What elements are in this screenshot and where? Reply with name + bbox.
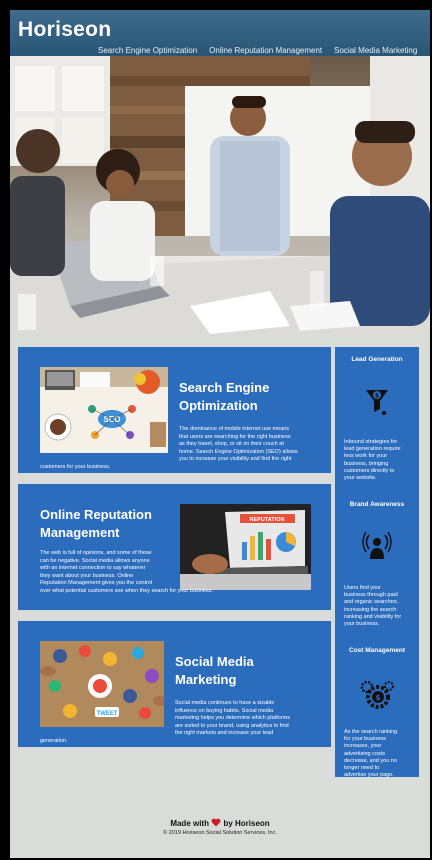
card-seo-line: you to increase your visibility and find…: [179, 456, 292, 463]
broadcast-person-icon: [362, 531, 392, 559]
benefit-cost-line: increases, your: [344, 743, 382, 750]
nav-link-social[interactable]: Social Media Marketing: [334, 46, 417, 55]
card-seo-line: home. Search Engine Optimization (SEO) a…: [179, 448, 298, 455]
svg-text:$: $: [375, 393, 379, 400]
site-header: Horiseon Search Engine Optimization Onli…: [10, 10, 430, 56]
site-logo[interactable]: Horiseon: [18, 18, 111, 42]
footer-made-suffix: by Horiseon: [223, 819, 270, 828]
social-image-label: TWEET: [97, 711, 118, 717]
social-illustration: TWEET: [40, 641, 164, 727]
card-seo: SEO Search Engine Optimization The domin…: [18, 347, 331, 473]
hero-image: [10, 56, 430, 334]
card-social-body: Social media continues to have a sizable…: [175, 700, 325, 738]
gears-money-icon: $: [360, 680, 394, 709]
card-reputation-line: The web is full of opinions, and some of…: [40, 550, 152, 556]
svg-text:$: $: [376, 694, 381, 702]
benefit-brand-text: Users find your business through paid an…: [344, 585, 414, 628]
card-seo-line: that users are searching for the right b…: [179, 433, 291, 440]
card-reputation-line: can be negative. Social media allows any…: [40, 557, 150, 564]
benefit-brand-line: increasing the search: [344, 606, 397, 613]
footer-made-prefix: Made with: [170, 819, 209, 828]
benefit-cost-line: advertising costs: [344, 750, 385, 757]
heart-icon: [211, 818, 221, 827]
benefit-lead-line: lead generation require: [344, 446, 401, 453]
card-social-line: the right markets and increase your lead: [175, 730, 274, 737]
card-seo-title-line2: Optimization: [179, 398, 258, 413]
card-reputation-line: with an internet connection to say whate…: [40, 565, 146, 572]
benefit-lead-line: Inbound strategies for: [344, 439, 398, 445]
card-social-line: Social media continues to have a sizable: [175, 700, 275, 706]
benefit-lead-text: Inbound strategies for lead generation r…: [344, 439, 414, 482]
funnel-money-icon: $: [366, 390, 388, 415]
hero-illustration: [10, 56, 430, 334]
card-reputation-body: The web is full of opinions, and some of…: [40, 550, 320, 596]
benefit-brand-heading: Brand Awareness: [349, 501, 405, 508]
benefit-lead-line: business, bringing: [344, 460, 389, 467]
benefit-lead-line: your website.: [344, 475, 377, 482]
benefit-cost-line: longer need to: [344, 765, 380, 772]
footer-copyright: © 2019 Horiseon Social Solution Services…: [163, 830, 277, 836]
card-seo-body: The dominance of mobile internet use mea…: [179, 426, 329, 464]
card-seo-title-line1: Search Engine: [179, 380, 270, 395]
benefit-brand-line: business through paid: [344, 592, 398, 599]
benefit-cost-line: decrease, and you no: [344, 757, 397, 764]
benefit-brand-line: and organic searches,: [344, 599, 399, 606]
card-seo-title: Search Engine Optimization: [179, 379, 269, 415]
card-social-body-tail: generation.: [40, 738, 68, 744]
card-social-title: Social Media Marketing: [175, 653, 254, 689]
benefit-cost-text: As the search ranking for your business …: [344, 729, 414, 779]
nav-link-reputation[interactable]: Online Reputation Management: [209, 46, 322, 55]
benefit-cost-line: advertise your page.: [344, 772, 394, 779]
benefit-cost-heading: Cost Management: [349, 647, 405, 654]
card-reputation-line: over what potential customers see when t…: [40, 587, 214, 594]
nav-link-seo[interactable]: Search Engine Optimization: [98, 46, 197, 55]
seo-image: SEO: [40, 367, 168, 453]
benefit-lead-line: less work for your: [344, 453, 388, 460]
card-social-line: influence on buying habits. Social media: [175, 707, 274, 714]
benefit-brand-line: your business.: [344, 621, 380, 628]
card-seo-line: The dominance of mobile internet use mea…: [179, 426, 290, 432]
card-reputation-line: Reputation Management gives you the cont…: [40, 580, 153, 587]
benefits-sidebar: Lead Generation $ Inbound strategies for…: [335, 347, 419, 779]
card-reputation-line: they want about your business. Online: [40, 572, 134, 579]
benefit-lead-line: customers directly to: [344, 467, 395, 474]
card-social-title-line1: Social Media: [175, 654, 254, 669]
benefit-brand-line: ranking and visibility for: [344, 613, 402, 620]
benefit-cost-line: for your business: [344, 736, 386, 743]
benefit-brand-line: Users find your: [344, 585, 381, 591]
card-reputation: Online Reputation Management REPUTATION: [18, 484, 331, 610]
card-reputation-title: Online Reputation Management: [40, 506, 152, 542]
card-seo-line: as they travel, shop, or sit on their co…: [179, 441, 284, 448]
card-social-line: are suited to your brand, using analytic…: [175, 722, 289, 729]
benefit-lead-heading: Lead Generation: [351, 356, 403, 363]
footer-made-with: Made with by Horiseon: [10, 818, 430, 828]
card-social: TWEET Social Media Marketing Social medi…: [18, 621, 331, 747]
card-reputation-title-line2: Management: [40, 525, 120, 540]
card-seo-body-tail: customers for your business.: [40, 464, 111, 470]
social-image: TWEET: [40, 641, 164, 727]
card-reputation-title-line1: Online Reputation: [40, 507, 152, 522]
card-social-title-line2: Marketing: [175, 672, 237, 687]
reputation-image-label: REPUTATION: [250, 517, 285, 523]
page: Horiseon Search Engine Optimization Onli…: [10, 10, 430, 858]
main-nav: Search Engine Optimization Online Reputa…: [98, 46, 417, 55]
card-social-line: marketing helps you determine which plat…: [175, 715, 290, 722]
seo-illustration: SEO: [40, 367, 168, 453]
benefit-cost-line: As the search ranking: [344, 729, 398, 735]
